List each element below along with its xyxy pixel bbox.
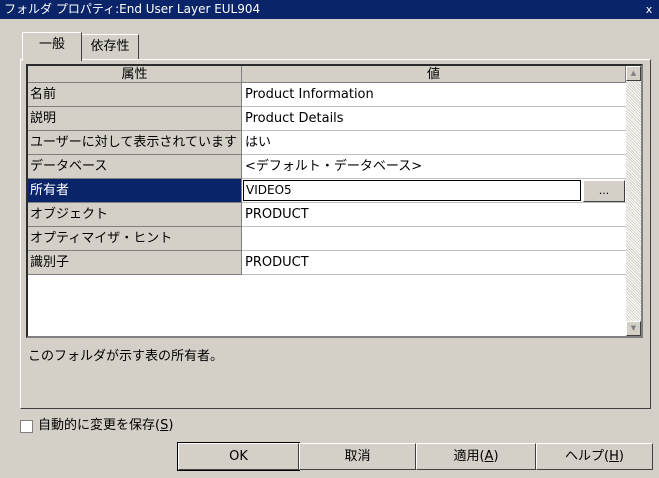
autosave-label: 自動的に変更を保存(S)	[38, 418, 174, 433]
autosave-label-text: 自動的に変更を保存	[38, 418, 156, 433]
row-description-value[interactable]: Product Details	[242, 107, 626, 131]
property-description: このフォルダが示す表の所有者。	[28, 349, 224, 364]
grid-row-identifier[interactable]: 識別子 PRODUCT	[28, 251, 626, 275]
help-button[interactable]: ヘルプ(H)	[536, 443, 653, 470]
apply-label: 適用	[453, 449, 480, 464]
help-mnemonic: H	[609, 449, 619, 464]
grid-row-visible[interactable]: ユーザーに対して表示されています はい	[28, 131, 626, 155]
row-optimizer-hint-value[interactable]	[242, 227, 626, 251]
autosave-mnemonic: S	[160, 418, 169, 433]
row-database-value[interactable]: <デフォルト・データベース>	[242, 155, 626, 179]
row-object-label: オブジェクト	[28, 203, 242, 227]
row-visible-label: ユーザーに対して表示されています	[28, 131, 242, 155]
cancel-button[interactable]: 取消	[299, 443, 416, 470]
apply-mnemonic: A	[484, 449, 494, 464]
help-label: ヘルプ	[565, 449, 605, 464]
header-property[interactable]: 属性	[28, 66, 242, 83]
autosave-checkbox[interactable]	[20, 420, 33, 433]
row-name-label: 名前	[28, 83, 242, 107]
row-optimizer-hint-label: オプティマイザ・ヒント	[28, 227, 242, 251]
row-database-label: データベース	[28, 155, 242, 179]
owner-input[interactable]: VIDEO5	[243, 180, 581, 201]
grid-row-description[interactable]: 説明 Product Details	[28, 107, 626, 131]
property-grid: 属性 値 名前 Product Information 説明 Product D…	[26, 64, 643, 338]
tab-general[interactable]: 一般	[22, 32, 82, 61]
row-name-value[interactable]: Product Information	[242, 83, 626, 107]
grid-row-owner[interactable]: 所有者 VIDEO5 ...	[28, 179, 626, 203]
close-icon[interactable]: x	[642, 0, 656, 19]
tab-dependencies[interactable]: 依存性	[81, 34, 139, 59]
tab-general-label: 一般	[38, 37, 65, 52]
grid-row-object[interactable]: オブジェクト PRODUCT	[28, 203, 626, 227]
scroll-down-arrow-icon[interactable]: ▼	[626, 321, 641, 336]
vertical-scrollbar[interactable]: ▲ ▼	[626, 66, 641, 336]
apply-button[interactable]: 適用(A)	[416, 443, 536, 470]
row-visible-value[interactable]: はい	[242, 131, 626, 155]
scroll-up-arrow-icon[interactable]: ▲	[626, 66, 641, 81]
row-identifier-label: 識別子	[28, 251, 242, 275]
grid-row-name[interactable]: 名前 Product Information	[28, 83, 626, 107]
window-title: フォルダ プロパティ:End User Layer EUL904	[4, 2, 261, 16]
row-description-label: 説明	[28, 107, 242, 131]
header-value[interactable]: 値	[242, 66, 626, 83]
row-object-value[interactable]: PRODUCT	[242, 203, 626, 227]
row-owner-label: 所有者	[28, 179, 242, 203]
grid-row-optimizer-hint[interactable]: オプティマイザ・ヒント	[28, 227, 626, 251]
ok-button[interactable]: OK	[177, 442, 300, 471]
row-identifier-value[interactable]: PRODUCT	[242, 251, 626, 275]
tab-dependencies-label: 依存性	[90, 39, 130, 54]
grid-row-database[interactable]: データベース <デフォルト・データベース>	[28, 155, 626, 179]
title-bar: フォルダ プロパティ:End User Layer EUL904 x	[0, 0, 659, 19]
owner-browse-button[interactable]: ...	[583, 180, 625, 202]
grid-header: 属性 値	[28, 66, 626, 83]
